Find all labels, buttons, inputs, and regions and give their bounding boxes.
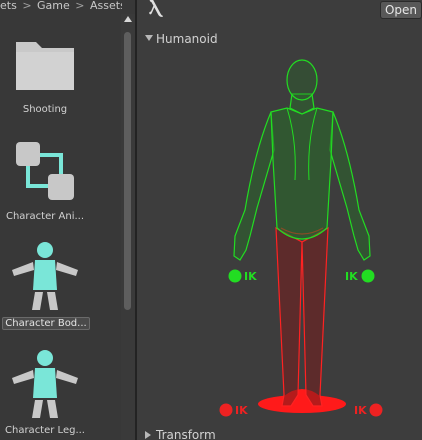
breadcrumb: ets > Game > AssetsPa: [0, 0, 122, 13]
asset-label: Shooting: [22, 104, 68, 115]
head-region[interactable]: [286, 59, 318, 101]
left-leg-region[interactable]: [275, 226, 303, 407]
inspector-panel: Ⲗ Open Humanoid IK IK IK IK Transform: [137, 0, 422, 440]
asset-item-character-animator[interactable]: Character Ani...: [0, 138, 90, 228]
asset-item-character-body-mask[interactable]: Character Bod...: [0, 240, 90, 332]
transform-foldout[interactable]: Transform: [137, 426, 422, 440]
right-leg-region[interactable]: [301, 226, 329, 407]
foldout-collapsed-icon: [145, 431, 151, 439]
right-foot-ik-label: IK: [354, 404, 367, 417]
asset-label: Character Ani...: [5, 211, 85, 222]
transform-foldout-label: Transform: [156, 428, 216, 440]
breadcrumb-separator: >: [22, 0, 32, 12]
left-arm-region[interactable]: [233, 111, 275, 261]
asset-item-shooting[interactable]: Shooting: [0, 34, 90, 120]
scrollbar-thumb[interactable]: [124, 32, 131, 310]
avatar-mask-icon: [12, 242, 78, 310]
folder-icon: [16, 42, 74, 90]
left-hand-ik-label: IK: [244, 270, 257, 283]
avatar-mask-icon: [12, 350, 78, 418]
humanoid-body-diagram: IK IK IK IK: [219, 59, 383, 417]
project-panel: ets > Game > AssetsPa Shooting Character…: [0, 0, 135, 440]
animator-controller-icon: [16, 142, 74, 200]
breadcrumb-item[interactable]: ets: [0, 0, 17, 12]
torso-region[interactable]: [270, 107, 334, 240]
scroll-up-arrow-icon[interactable]: [124, 16, 132, 22]
right-hand-ik-label: IK: [345, 270, 358, 283]
left-foot-ik-label: IK: [235, 404, 248, 417]
asset-item-character-legs-mask[interactable]: Character Leg...: [0, 348, 90, 440]
breadcrumb-item[interactable]: Game: [37, 0, 70, 12]
right-arm-region[interactable]: [329, 111, 371, 261]
asset-label: Character Bod...: [2, 317, 90, 330]
left-foot-ik-dot[interactable]: [219, 403, 233, 417]
vertical-scrollbar[interactable]: [121, 14, 135, 440]
right-hand-ik-dot[interactable]: [361, 269, 375, 283]
asset-label: Character Leg...: [5, 425, 85, 436]
breadcrumb-separator: >: [75, 0, 85, 12]
breadcrumb-item[interactable]: AssetsPa: [90, 0, 122, 12]
left-hand-ik-dot[interactable]: [228, 269, 242, 283]
right-foot-ik-dot[interactable]: [369, 403, 383, 417]
